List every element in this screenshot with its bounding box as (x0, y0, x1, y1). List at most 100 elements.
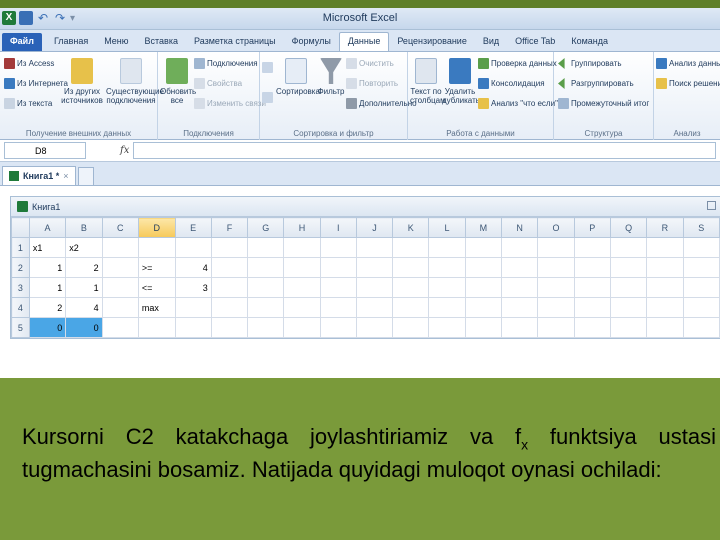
cell-h1[interactable] (283, 237, 321, 258)
cell-a3[interactable]: 1 (28, 277, 67, 298)
cell-c4[interactable] (101, 297, 139, 318)
clear-filter-button[interactable]: Очистить (346, 58, 394, 69)
cell-n5[interactable] (501, 317, 539, 338)
tab-menu[interactable]: Меню (96, 33, 136, 51)
cell-e3[interactable]: 3 (174, 277, 212, 298)
cell-m5[interactable] (464, 317, 503, 338)
cell-o4[interactable] (537, 297, 575, 318)
tab-view[interactable]: Вид (475, 33, 507, 51)
cell-o5[interactable] (537, 317, 575, 338)
cell-j4[interactable] (355, 297, 394, 318)
cell-m1[interactable] (464, 237, 503, 258)
column-header-g[interactable]: G (247, 217, 285, 238)
group-button[interactable]: Группировать (558, 58, 622, 69)
column-header-f[interactable]: F (210, 217, 249, 238)
column-header-s[interactable]: S (682, 217, 720, 238)
from-web-button[interactable]: Из Интернета (4, 78, 68, 89)
column-header-i[interactable]: I (319, 217, 357, 238)
column-header-a[interactable]: A (28, 217, 67, 238)
cell-l4[interactable] (428, 297, 466, 318)
row-header-3[interactable]: 3 (11, 277, 30, 298)
column-header-p[interactable]: P (573, 217, 611, 238)
cell-n4[interactable] (501, 297, 539, 318)
cell-d2[interactable]: >= (137, 257, 176, 278)
workbook-tab[interactable]: Книга1 * × (2, 166, 76, 185)
cell-g5[interactable] (247, 317, 285, 338)
cell-h2[interactable] (283, 257, 321, 278)
from-text-button[interactable]: Из текста (4, 98, 52, 109)
solver-button[interactable]: Поиск решения (656, 78, 720, 89)
cell-s3[interactable] (682, 277, 720, 298)
cell-r4[interactable] (646, 297, 684, 318)
cell-o2[interactable] (537, 257, 575, 278)
data-analysis-button[interactable]: Анализ данных (656, 58, 720, 69)
what-if-button[interactable]: Анализ "что если" (478, 98, 558, 109)
cell-j5[interactable] (355, 317, 394, 338)
text-to-columns-button[interactable]: Текст по столбцам (410, 58, 446, 105)
tab-home[interactable]: Главная (46, 33, 96, 51)
column-header-o[interactable]: O (537, 217, 575, 238)
cell-l2[interactable] (428, 257, 466, 278)
cell-e1[interactable] (174, 237, 212, 258)
sort-za-icon[interactable] (262, 92, 273, 103)
cell-i2[interactable] (319, 257, 357, 278)
column-header-l[interactable]: L (428, 217, 466, 238)
cell-g4[interactable] (247, 297, 285, 318)
row-header-1[interactable]: 1 (11, 237, 30, 258)
cell-d3[interactable]: <= (137, 277, 176, 298)
cell-n3[interactable] (501, 277, 539, 298)
ungroup-button[interactable]: Разгруппировать (558, 78, 634, 89)
cell-s1[interactable] (682, 237, 720, 258)
row-header-4[interactable]: 4 (11, 297, 30, 318)
cell-n1[interactable] (501, 237, 539, 258)
cell-f4[interactable] (210, 297, 249, 318)
cell-m4[interactable] (464, 297, 503, 318)
cell-l1[interactable] (428, 237, 466, 258)
connections-button[interactable]: Подключения (194, 58, 258, 69)
tab-command[interactable]: Команда (563, 33, 616, 51)
sort-az-icon[interactable] (262, 62, 273, 73)
column-header-b[interactable]: B (65, 217, 103, 238)
cell-m3[interactable] (464, 277, 503, 298)
cell-k1[interactable] (392, 237, 430, 258)
cell-e4[interactable] (174, 297, 212, 318)
cell-r1[interactable] (646, 237, 684, 258)
column-header-e[interactable]: E (174, 217, 212, 238)
cell-q4[interactable] (609, 297, 648, 318)
cell-b1[interactable]: x2 (65, 237, 103, 258)
cell-k2[interactable] (392, 257, 430, 278)
other-sources-button[interactable]: Из других источников (60, 58, 104, 105)
row-header-5[interactable]: 5 (11, 317, 30, 338)
cell-g2[interactable] (247, 257, 285, 278)
cell-b4[interactable]: 4 (65, 297, 103, 318)
cell-i1[interactable] (319, 237, 357, 258)
cell-q5[interactable] (609, 317, 648, 338)
cell-o3[interactable] (537, 277, 575, 298)
cell-p5[interactable] (573, 317, 611, 338)
cell-b2[interactable]: 2 (65, 257, 103, 278)
cell-k4[interactable] (392, 297, 430, 318)
cell-b3[interactable]: 1 (65, 277, 103, 298)
cell-i4[interactable] (319, 297, 357, 318)
row-header-2[interactable]: 2 (11, 257, 30, 278)
close-tab-icon[interactable]: × (63, 171, 68, 181)
cell-n2[interactable] (501, 257, 539, 278)
column-header-r[interactable]: R (646, 217, 684, 238)
cell-p4[interactable] (573, 297, 611, 318)
refresh-all-button[interactable]: Обновить все (160, 58, 196, 105)
cell-m2[interactable] (464, 257, 503, 278)
tab-page-layout[interactable]: Разметка страницы (186, 33, 284, 51)
reapply-button[interactable]: Повторить (346, 78, 398, 89)
new-tab-button[interactable] (77, 167, 94, 185)
cell-d4[interactable]: max (137, 297, 176, 318)
cell-j2[interactable] (355, 257, 394, 278)
cell-j1[interactable] (355, 237, 394, 258)
filter-button[interactable]: Фильтр (316, 58, 346, 96)
sort-button[interactable]: Сортировка (276, 58, 320, 96)
cell-c1[interactable] (101, 237, 139, 258)
formula-input[interactable] (133, 142, 716, 159)
cell-h5[interactable] (283, 317, 321, 338)
cell-r2[interactable] (646, 257, 684, 278)
cell-h3[interactable] (283, 277, 321, 298)
column-header-k[interactable]: K (392, 217, 430, 238)
